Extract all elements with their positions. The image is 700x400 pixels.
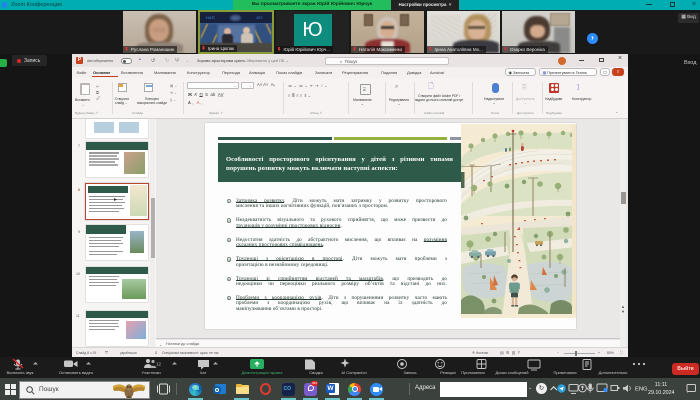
svg-text:ENG: ENG — [635, 387, 648, 393]
svg-text:12: 12 — [156, 362, 162, 367]
